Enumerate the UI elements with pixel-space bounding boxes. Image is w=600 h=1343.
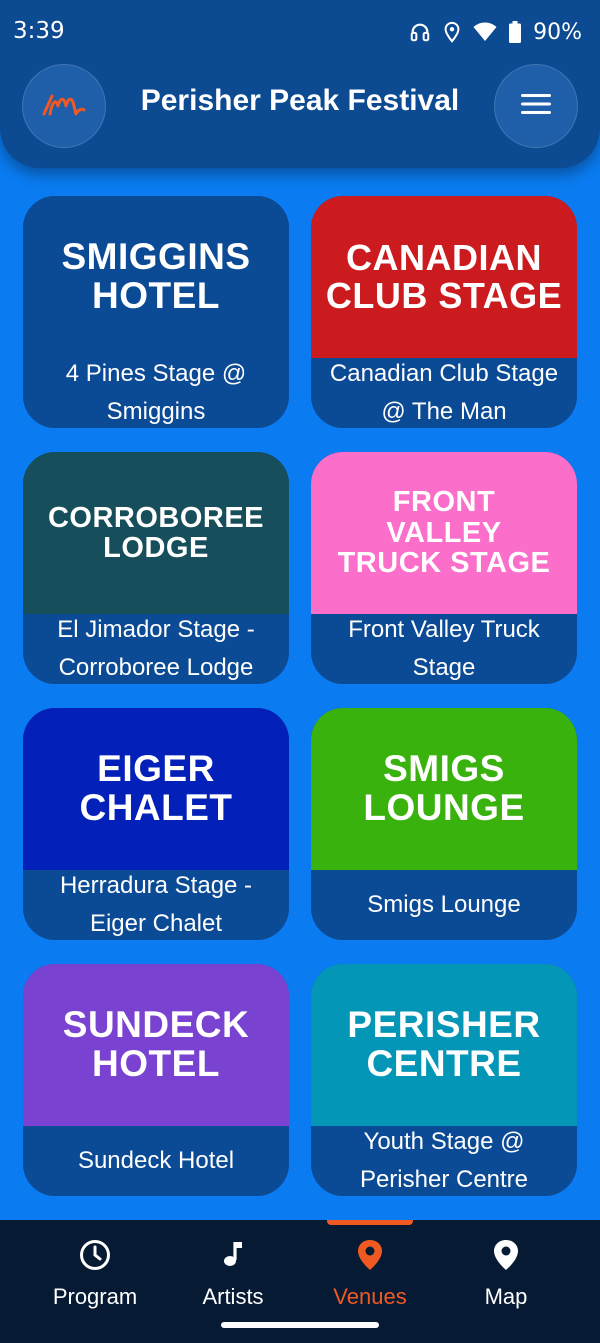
- venue-card-header: SMIGGINS HOTEL: [23, 196, 289, 358]
- home-gesture-bar[interactable]: [221, 1322, 379, 1328]
- status-bar: 3:39 90%: [0, 0, 600, 62]
- status-icons: 90%: [409, 16, 582, 48]
- venue-card-smiggins-hotel[interactable]: SMIGGINS HOTEL 4 Pines Stage @ Smiggins: [23, 196, 289, 428]
- nav-label: Artists: [202, 1284, 264, 1309]
- venue-stage-line: Eiger Chalet: [89, 910, 223, 937]
- venue-card-header: PERISHER CENTRE: [311, 964, 577, 1126]
- venue-card-perisher-centre[interactable]: PERISHER CENTRE Youth Stage @ Perisher C…: [311, 964, 577, 1196]
- venue-stage-label: El Jimador Stage - Corroboree Lodge: [23, 614, 289, 684]
- venue-stage-line: Youth Stage @: [363, 1128, 525, 1155]
- venue-name: FRONT VALLEY TRUCK STAGE: [328, 486, 561, 580]
- venue-card-sundeck-hotel[interactable]: SUNDECK HOTEL Sundeck Hotel: [23, 964, 289, 1196]
- venue-stage-label: Herradura Stage - Eiger Chalet: [23, 870, 289, 940]
- venue-name-line: CENTRE: [366, 1043, 522, 1084]
- app-header: 3:39 90% Perisher Peak Festival: [0, 0, 600, 168]
- venue-name-line: CORROBOREE: [47, 501, 265, 534]
- headphones-icon: [409, 21, 431, 43]
- nav-label: Map: [484, 1284, 528, 1309]
- venue-card-header: SUNDECK HOTEL: [23, 964, 289, 1126]
- venue-name-line: CHALET: [79, 787, 233, 828]
- venue-name: CORROBOREE LODGE: [38, 501, 274, 564]
- venue-stage-line: Canadian Club Stage: [329, 360, 559, 387]
- nav-tab-program[interactable]: Program: [25, 1220, 165, 1320]
- venue-stage-line: Sundeck Hotel: [77, 1147, 235, 1174]
- venue-stage-line: Smigs Lounge: [367, 891, 521, 918]
- venue-card-header: CANADIAN CLUB STAGE: [311, 196, 577, 358]
- venue-name: SMIGGINS HOTEL: [51, 236, 260, 316]
- wifi-icon: [473, 22, 497, 42]
- venue-stage-label: Sundeck Hotel: [23, 1126, 289, 1196]
- clock-icon: [78, 1238, 112, 1276]
- venue-name-line: SMIGS: [383, 748, 505, 790]
- venue-name-line: LODGE: [103, 532, 209, 564]
- venue-name-line: EIGER: [97, 748, 215, 790]
- venues-screen: SMIGGINS HOTEL 4 Pines Stage @ Smiggins …: [0, 0, 600, 1343]
- venue-stage-label: Canadian Club Stage @ The Man: [311, 358, 577, 428]
- venue-stage-line: Herradura Stage -: [59, 872, 253, 899]
- nav-tab-venues[interactable]: Venues: [300, 1220, 440, 1320]
- page-title: Perisher Peak Festival: [140, 84, 460, 117]
- menu-button[interactable]: [494, 64, 578, 148]
- venue-card-front-valley-truck-stage[interactable]: FRONT VALLEY TRUCK STAGE Front Valley Tr…: [311, 452, 577, 684]
- venue-stage-line: Perisher Centre: [359, 1166, 529, 1193]
- venue-name-line: SUNDECK: [62, 1004, 250, 1046]
- nav-tab-artists[interactable]: Artists: [163, 1220, 303, 1320]
- venue-name: CANADIAN CLUB STAGE: [316, 239, 572, 315]
- venue-card-smigs-lounge[interactable]: SMIGS LOUNGE Smigs Lounge: [311, 708, 577, 940]
- venue-stage-line: El Jimador Stage -: [57, 616, 255, 643]
- venue-stage-line: @ The Man: [381, 398, 507, 425]
- hamburger-menu-icon: [521, 93, 551, 119]
- battery-percent: 90%: [533, 19, 582, 45]
- venue-card-corroboree-lodge[interactable]: CORROBOREE LODGE El Jimador Stage - Corr…: [23, 452, 289, 684]
- venue-stage-line: Corroboree Lodge: [58, 654, 254, 681]
- nav-label: Program: [52, 1284, 138, 1309]
- venue-name-line: SMIGGINS: [61, 236, 251, 278]
- nav-tab-map[interactable]: Map: [436, 1220, 576, 1320]
- venue-name: SUNDECK HOTEL: [53, 1004, 259, 1084]
- music-note-icon: [216, 1238, 250, 1276]
- venue-card-header: SMIGS LOUNGE: [311, 708, 577, 870]
- venue-stage-label: Youth Stage @ Perisher Centre: [311, 1126, 577, 1196]
- location-icon: [443, 21, 461, 43]
- festival-logo-icon: [38, 84, 90, 128]
- venue-card-header: EIGER CHALET: [23, 708, 289, 870]
- venue-stage-label: 4 Pines Stage @ Smiggins: [23, 358, 289, 428]
- venue-name: PERISHER CENTRE: [337, 1004, 550, 1084]
- venue-name-line: HOTEL: [92, 1043, 220, 1084]
- venue-name-line: VALLEY: [386, 516, 502, 549]
- venue-name-line: CANADIAN: [345, 237, 542, 279]
- festival-logo-button[interactable]: [22, 64, 106, 148]
- battery-icon: [509, 21, 522, 43]
- venue-name-line: HOTEL: [92, 275, 220, 316]
- venue-name: EIGER CHALET: [69, 748, 242, 828]
- status-time: 3:39: [13, 18, 65, 44]
- map-pin-icon: [491, 1238, 521, 1276]
- venue-card-header: FRONT VALLEY TRUCK STAGE: [311, 452, 577, 614]
- venue-stage-label: Smigs Lounge: [311, 870, 577, 940]
- venue-name-line: LOUNGE: [363, 787, 525, 828]
- venue-stage-line: Front Valley Truck: [348, 616, 540, 643]
- venue-stage-label: Front Valley Truck Stage: [311, 614, 577, 684]
- venue-card-eiger-chalet[interactable]: EIGER CHALET Herradura Stage - Eiger Cha…: [23, 708, 289, 940]
- location-pin-icon: [355, 1238, 385, 1276]
- venue-name-line: TRUCK STAGE: [337, 547, 551, 580]
- venue-stage-line: Stage: [412, 654, 476, 681]
- venue-name: SMIGS LOUNGE: [353, 748, 534, 828]
- venue-stage-line: Smiggins: [106, 398, 206, 425]
- venue-stage-line: 4 Pines Stage @: [65, 360, 247, 387]
- venue-name-line: FRONT: [392, 486, 496, 519]
- nav-label: Venues: [333, 1284, 407, 1309]
- venue-card-canadian-club-stage[interactable]: CANADIAN CLUB STAGE Canadian Club Stage …: [311, 196, 577, 428]
- venue-grid: SMIGGINS HOTEL 4 Pines Stage @ Smiggins …: [0, 0, 600, 1343]
- venue-card-header: CORROBOREE LODGE: [23, 452, 289, 614]
- venue-name-line: CLUB STAGE: [325, 275, 563, 316]
- venue-name-line: PERISHER: [347, 1004, 541, 1046]
